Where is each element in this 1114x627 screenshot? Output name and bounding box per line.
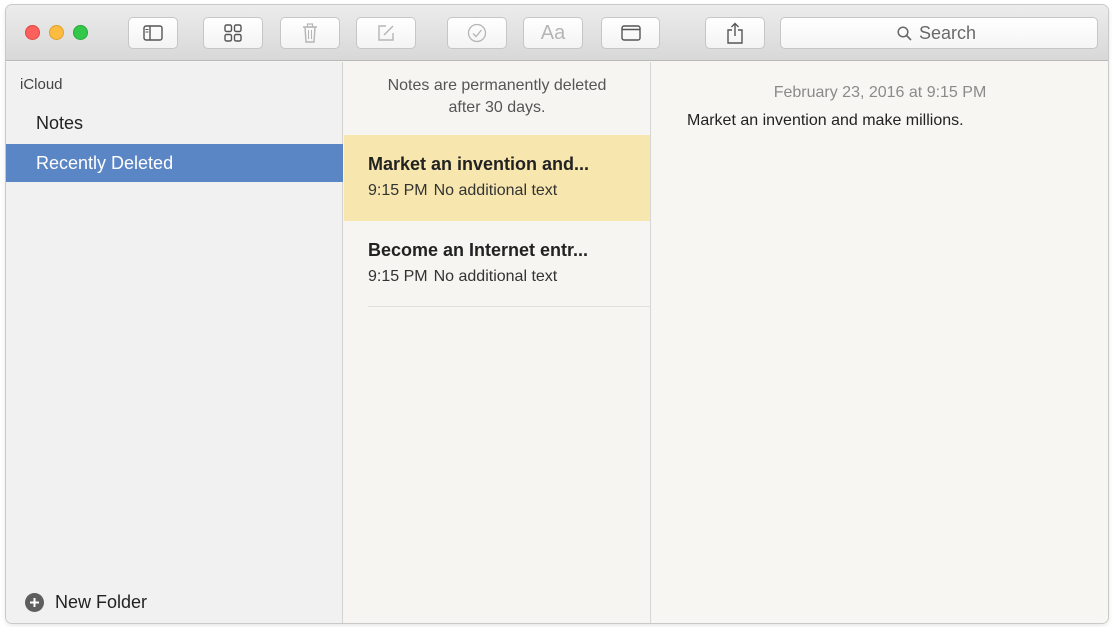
deletion-notice-line2: after 30 days. [448,99,546,116]
share-icon [727,22,743,44]
trash-icon [303,23,317,43]
sidebar-toggle-button[interactable] [128,17,178,49]
new-folder-label: New Folder [55,592,148,612]
note-list: Notes are permanently deleted after 30 d… [344,62,651,623]
sidebar-item-label: Notes [36,112,84,133]
sidebar-icon [143,25,163,41]
minimize-window-button[interactable] [49,25,64,40]
grid-icon [224,24,242,42]
note-editor[interactable]: February 23, 2016 at 9:15 PM Market an i… [652,62,1108,623]
note-title: Market an invention and... [368,154,590,174]
format-button[interactable]: Aa [523,17,583,49]
note-title: Become an Internet entr... [368,240,589,260]
window-icon [620,25,641,41]
note-meta: 9:15 PM No additional text [368,268,557,286]
note-meta: 9:15 PM No additional text [368,182,557,200]
sidebar-account-header: iCloud [20,76,63,93]
note-body[interactable]: Market an invention and make millions. [687,112,964,130]
plus-circle-icon [25,593,44,612]
search-icon [897,25,912,41]
sidebar-item-label: Recently Deleted [36,152,174,173]
format-label: Aa [540,21,566,44]
note-list-item[interactable]: Become an Internet entr... 9:15 PM No add… [344,221,650,307]
toolbar: Aa [6,5,1108,61]
compose-icon [378,25,394,41]
notes-window: Aa iCloud Notes [6,5,1108,623]
attachments-button[interactable] [601,17,660,49]
note-list-item[interactable]: Market an invention and... 9:15 PM No add… [344,135,650,221]
grid-view-button[interactable] [203,17,263,49]
sidebar: iCloud Notes Recently Deleted New Folder [6,62,343,623]
search-input[interactable] [919,22,981,44]
deletion-notice: Notes are permanently deleted after 30 d… [344,75,650,119]
share-button[interactable] [705,17,765,49]
zoom-window-button[interactable] [73,25,88,40]
deletion-notice-line1: Notes are permanently deleted [387,77,607,94]
delete-button[interactable] [280,17,340,49]
note-date: February 23, 2016 at 9:15 PM [773,84,987,101]
close-window-button[interactable] [25,25,40,40]
note-time: 9:15 PM [368,182,428,199]
checklist-button[interactable] [447,17,507,49]
note-divider [368,306,650,307]
note-time: 9:15 PM [368,268,428,285]
compose-button[interactable] [356,17,416,49]
note-preview: No additional text [433,182,558,199]
sidebar-item-notes[interactable]: Notes [6,104,343,142]
search-field[interactable] [780,17,1098,49]
new-folder-button[interactable]: New Folder [25,592,147,613]
sidebar-item-recently-deleted[interactable]: Recently Deleted [6,144,343,182]
note-preview: No additional text [433,268,558,285]
checkmark-circle-icon [467,23,487,43]
